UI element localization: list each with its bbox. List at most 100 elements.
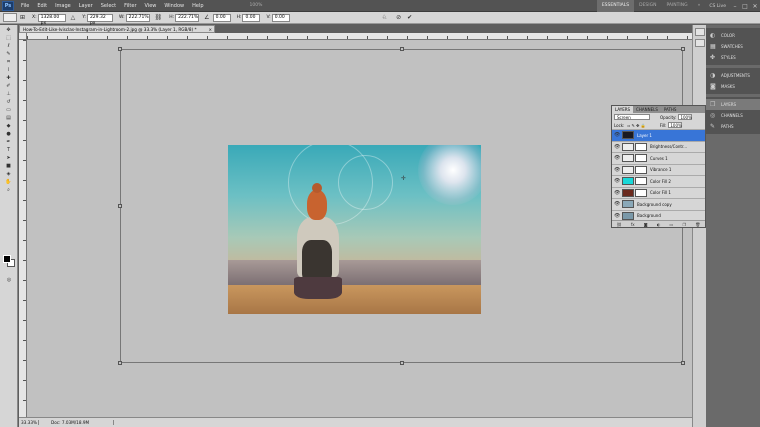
transform-handle-left[interactable] [118, 204, 122, 208]
layer-thumbnail[interactable] [622, 188, 634, 197]
healing-tool-icon[interactable]: ✚ [3, 74, 15, 81]
blend-mode-select[interactable]: Screen [614, 114, 650, 120]
new-layer-icon[interactable]: ❐ [682, 222, 686, 227]
add-mask-icon[interactable]: ◙ [644, 222, 648, 227]
transform-handle-top-right[interactable] [681, 47, 685, 51]
layer-thumbnail[interactable] [622, 177, 634, 186]
dodge-tool-icon[interactable]: ● [3, 130, 15, 137]
document-size[interactable]: Doc: 7.03M/18.9M [39, 420, 114, 425]
link-icon[interactable]: ⛓ [155, 14, 163, 21]
pen-tool-icon[interactable]: ✒ [3, 138, 15, 145]
new-group-icon[interactable]: ▭ [670, 222, 674, 227]
layer-row[interactable]: 👁 Curves 1 [612, 152, 705, 164]
move-tool-icon[interactable]: ✥ [3, 26, 15, 33]
transform-handle-bottom-left[interactable] [118, 361, 122, 365]
transform-center-icon[interactable]: ✛ [401, 175, 406, 182]
visibility-eye-icon[interactable]: 👁 [614, 201, 620, 207]
layer-row[interactable]: 👁 Color Fill 1 [612, 186, 705, 199]
layer-mask-thumbnail[interactable] [635, 165, 647, 174]
workspace-design[interactable]: DESIGN [634, 0, 661, 12]
panel-swatches[interactable]: ▦ SWATCHES [706, 41, 760, 52]
height-field[interactable]: 222.71% [175, 13, 200, 22]
layer-row[interactable]: 👁 Color Fill 2 [612, 175, 705, 187]
warp-icon[interactable]: ♘ [382, 14, 387, 21]
opacity-field[interactable]: 100% [678, 114, 693, 120]
panel-adjustments[interactable]: ◑ ADJUSTMENTS [706, 70, 760, 81]
fill-field[interactable]: 100% [668, 122, 683, 128]
visibility-eye-icon[interactable]: 👁 [614, 167, 620, 173]
foreground-color-swatch[interactable] [3, 255, 11, 263]
cs-live-button[interactable]: CS Live [705, 4, 730, 9]
panel-color[interactable]: ◐ COLOR [706, 30, 760, 41]
new-adjustment-icon[interactable]: ◐ [657, 222, 661, 227]
maximize-icon[interactable]: □ [740, 3, 750, 10]
vskew-field[interactable]: 0.00 [271, 13, 290, 22]
hand-tool-icon[interactable]: ✋ [3, 178, 15, 185]
layer-style-icon[interactable]: fx [631, 222, 635, 227]
eyedropper-tool-icon[interactable]: ⌇ [3, 66, 15, 73]
y-field[interactable]: 229.32 px [86, 13, 113, 26]
menu-select[interactable]: Select [97, 0, 120, 12]
menu-help[interactable]: Help [188, 0, 207, 12]
menu-window[interactable]: Window [160, 0, 188, 12]
ruler-origin[interactable] [19, 33, 27, 40]
close-document-icon[interactable]: × [208, 26, 214, 32]
panel-toggle-button[interactable] [694, 39, 705, 47]
minimize-icon[interactable]: – [730, 3, 740, 10]
workspace-more[interactable]: » [693, 0, 706, 12]
tool-preset-picker[interactable] [3, 13, 17, 22]
visibility-eye-icon[interactable]: 👁 [614, 144, 620, 150]
transform-handle-bottom-right[interactable] [681, 361, 685, 365]
transform-handle-top-left[interactable] [118, 47, 122, 51]
crop-tool-icon[interactable]: ⌗ [3, 58, 15, 65]
menu-file[interactable]: File [17, 0, 33, 12]
brush-tool-icon[interactable]: ✐ [3, 82, 15, 89]
menu-image[interactable]: Image [51, 0, 75, 12]
layer-row[interactable]: 👁 Layer 1 [612, 129, 705, 141]
hskew-field[interactable]: 0.00 [242, 13, 261, 22]
quick-mask-icon[interactable]: ◎ [3, 276, 15, 283]
layer-row[interactable]: 👁 Background copy [612, 198, 705, 210]
layer-mask-thumbnail[interactable] [635, 177, 647, 186]
workspace-painting[interactable]: PAINTING [661, 0, 692, 12]
close-icon[interactable]: ✕ [750, 3, 760, 10]
menu-view[interactable]: View [141, 0, 161, 12]
path-select-tool-icon[interactable]: ➤ [3, 154, 15, 161]
layer-thumbnail[interactable] [622, 154, 634, 163]
layer-row[interactable]: 👁 Vibrance 1 [612, 163, 705, 176]
document-tab[interactable]: How-To-Edit-Like-Ivisclas-Instagram-in-L… [19, 25, 215, 33]
type-tool-icon[interactable]: T [3, 146, 15, 153]
menu-edit[interactable]: Edit [33, 0, 51, 12]
commit-transform-icon[interactable]: ✔ [407, 14, 412, 21]
eraser-tool-icon[interactable]: ▭ [3, 106, 15, 113]
panel-channels[interactable]: ◎ CHANNELS [706, 110, 760, 121]
cancel-transform-icon[interactable]: ⊘ [396, 14, 401, 21]
visibility-eye-icon[interactable]: 👁 [614, 132, 620, 138]
relative-position-icon[interactable]: △ [71, 14, 76, 21]
x-field[interactable]: 1328.00 px [37, 13, 66, 26]
visibility-eye-icon[interactable]: 👁 [614, 213, 620, 219]
workspace-essentials[interactable]: ESSENTIALS [596, 0, 635, 12]
layer-mask-thumbnail[interactable] [635, 188, 647, 197]
visibility-eye-icon[interactable]: 👁 [614, 155, 620, 161]
menu-filter[interactable]: Filter [120, 0, 140, 12]
zoom-level-select[interactable]: 100% [248, 3, 265, 8]
link-layers-icon[interactable]: ⛓ [617, 222, 622, 227]
document-canvas[interactable]: ✛ [27, 40, 692, 417]
tab-paths[interactable]: PATHS [661, 106, 680, 113]
panel-masks[interactable]: ◙ MASKS [706, 81, 760, 92]
layer-mask-thumbnail[interactable] [635, 142, 647, 151]
lock-icons[interactable]: ▫ ✎ ✥ 🔒 [627, 123, 645, 128]
quick-select-tool-icon[interactable]: ✎ [3, 50, 15, 57]
transform-handle-bottom[interactable] [400, 361, 404, 365]
tab-channels[interactable]: CHANNELS [633, 106, 661, 113]
layer-thumbnail[interactable] [622, 165, 634, 174]
layer-row[interactable]: 👁 Brightness/Contr... [612, 140, 705, 153]
shape-tool-icon[interactable]: ■ [3, 162, 15, 169]
panel-paths[interactable]: ✎ PATHS [706, 121, 760, 132]
visibility-eye-icon[interactable]: 👁 [614, 190, 620, 196]
layer-mask-thumbnail[interactable] [635, 154, 647, 163]
layer-thumbnail[interactable] [622, 131, 634, 140]
layer-thumbnail[interactable] [622, 211, 634, 220]
zoom-level[interactable]: 33.33% [19, 420, 39, 425]
